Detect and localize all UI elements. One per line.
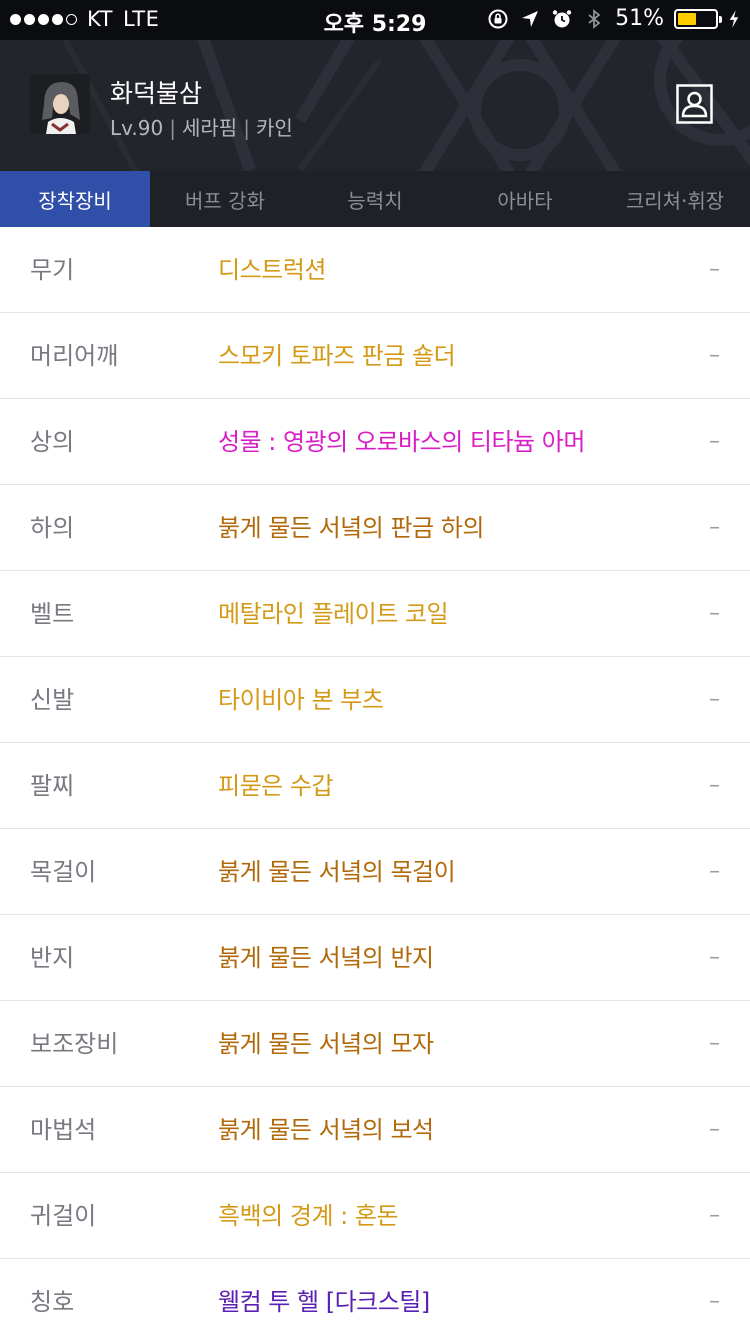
equipment-row[interactable]: 목걸이 붉게 물든 서녘의 목걸이 – [0,829,750,915]
tab-creature-emblem[interactable]: 크리쳐·휘장 [600,171,750,227]
equipment-slot-label: 반지 [30,944,75,972]
equipment-value: – [709,429,720,454]
location-arrow-icon [522,10,539,27]
equipment-slot-label: 팔찌 [30,772,75,800]
character-header: 화덕불삼 Lv.90 | 세라핌 | 카인 [0,40,750,171]
equipment-item-name: 스모키 토파즈 판금 숄더 [218,342,456,370]
orientation-lock-icon [488,9,508,28]
tab-equipment[interactable]: 장착장비 [0,171,150,227]
equipment-value: – [709,859,720,884]
equipment-slot-label: 보조장비 [30,1030,119,1058]
equipment-value: – [709,1289,720,1314]
character-level: Lv.90 [110,116,164,140]
equipment-slot-label: 상의 [30,428,75,456]
status-right: 51% [487,6,740,31]
equipment-value: – [709,687,720,712]
equipment-list: 무기 디스트럭션 – 머리어깨 스모키 토파즈 판금 숄더 – 상의 성물 : … [0,227,750,1334]
avatar-portrait-icon [30,74,90,134]
equipment-slot-label: 귀걸이 [30,1202,97,1230]
bluetooth-icon [588,8,601,29]
equipment-row[interactable]: 무기 디스트럭션 – [0,227,750,313]
charging-bolt-icon [729,9,739,28]
info-separator: | [243,116,250,140]
equipment-item-name: 웰컴 투 헬 [다크스틸] [218,1288,430,1316]
equipment-row[interactable]: 상의 성물 : 영광의 오로바스의 티타늄 아머 – [0,399,750,485]
battery-fill [678,12,697,25]
equipment-item-name: 흑백의 경계 : 혼돈 [218,1202,399,1230]
tab-stats[interactable]: 능력치 [300,171,450,227]
tab-avatar[interactable]: 아바타 [450,171,600,227]
character-class: 세라핌 [181,116,238,140]
profile-card-icon[interactable] [676,84,713,124]
equipment-slot-label: 신발 [30,686,75,714]
equipment-slot-label: 목걸이 [30,858,97,886]
equipment-row[interactable]: 반지 붉게 물든 서녘의 반지 – [0,915,750,1001]
equipment-item-name: 피묻은 수갑 [218,772,334,800]
equipment-row[interactable]: 팔찌 피묻은 수갑 – [0,743,750,829]
equipment-row[interactable]: 하의 붉게 물든 서녘의 판금 하의 – [0,485,750,571]
character-avatar[interactable] [30,74,90,134]
character-name: 화덕불삼 [110,79,203,108]
equipment-item-name: 디스트럭션 [218,256,326,284]
equipment-value: – [709,1203,720,1228]
equipment-row[interactable]: 칭호 웰컴 투 헬 [다크스틸] – [0,1259,750,1334]
equipment-value: – [709,773,720,798]
equipment-value: – [709,343,720,368]
character-server: 카인 [255,116,293,140]
equipment-row[interactable]: 귀걸이 흑백의 경계 : 혼돈 – [0,1173,750,1259]
equipment-slot-label: 벨트 [30,600,75,628]
status-bar: KT LTE 오후 5:29 51% [0,0,750,40]
equipment-item-name: 타이비아 본 부츠 [218,686,384,714]
tab-buff-enhance[interactable]: 버프 강화 [150,171,300,227]
equipment-value: – [709,1117,720,1142]
alarm-icon [552,9,572,27]
tab-bar: 장착장비 버프 강화 능력치 아바타 크리쳐·휘장 [0,171,750,227]
equipment-value: – [709,945,720,970]
equipment-item-name: 성물 : 영광의 오로바스의 티타늄 아머 [218,428,585,456]
equipment-slot-label: 마법석 [30,1116,97,1144]
equipment-value: – [709,601,720,626]
equipment-item-name: 붉게 물든 서녘의 반지 [218,944,434,972]
equipment-row[interactable]: 머리어깨 스모키 토파즈 판금 숄더 – [0,313,750,399]
equipment-item-name: 메탈라인 플레이트 코일 [218,600,449,628]
battery-icon [674,8,722,29]
equipment-item-name: 붉게 물든 서녘의 판금 하의 [218,514,484,542]
equipment-item-name: 붉게 물든 서녘의 모자 [218,1030,434,1058]
equipment-row[interactable]: 신발 타이비아 본 부츠 – [0,657,750,743]
equipment-row[interactable]: 마법석 붉게 물든 서녘의 보석 – [0,1087,750,1173]
equipment-item-name: 붉게 물든 서녘의 목걸이 [218,858,456,886]
equipment-slot-label: 무기 [30,256,75,284]
equipment-item-name: 붉게 물든 서녘의 보석 [218,1116,434,1144]
equipment-row[interactable]: 벨트 메탈라인 플레이트 코일 – [0,571,750,657]
character-info: Lv.90 | 세라핌 | 카인 [110,112,293,141]
equipment-slot-label: 칭호 [30,1288,75,1316]
battery-percent: 51% [615,6,664,31]
equipment-value: – [709,257,720,282]
equipment-value: – [709,1031,720,1056]
info-separator: | [169,116,176,140]
equipment-slot-label: 머리어깨 [30,342,119,370]
equipment-slot-label: 하의 [30,514,75,542]
equipment-value: – [709,515,720,540]
equipment-row[interactable]: 보조장비 붉게 물든 서녘의 모자 – [0,1001,750,1087]
